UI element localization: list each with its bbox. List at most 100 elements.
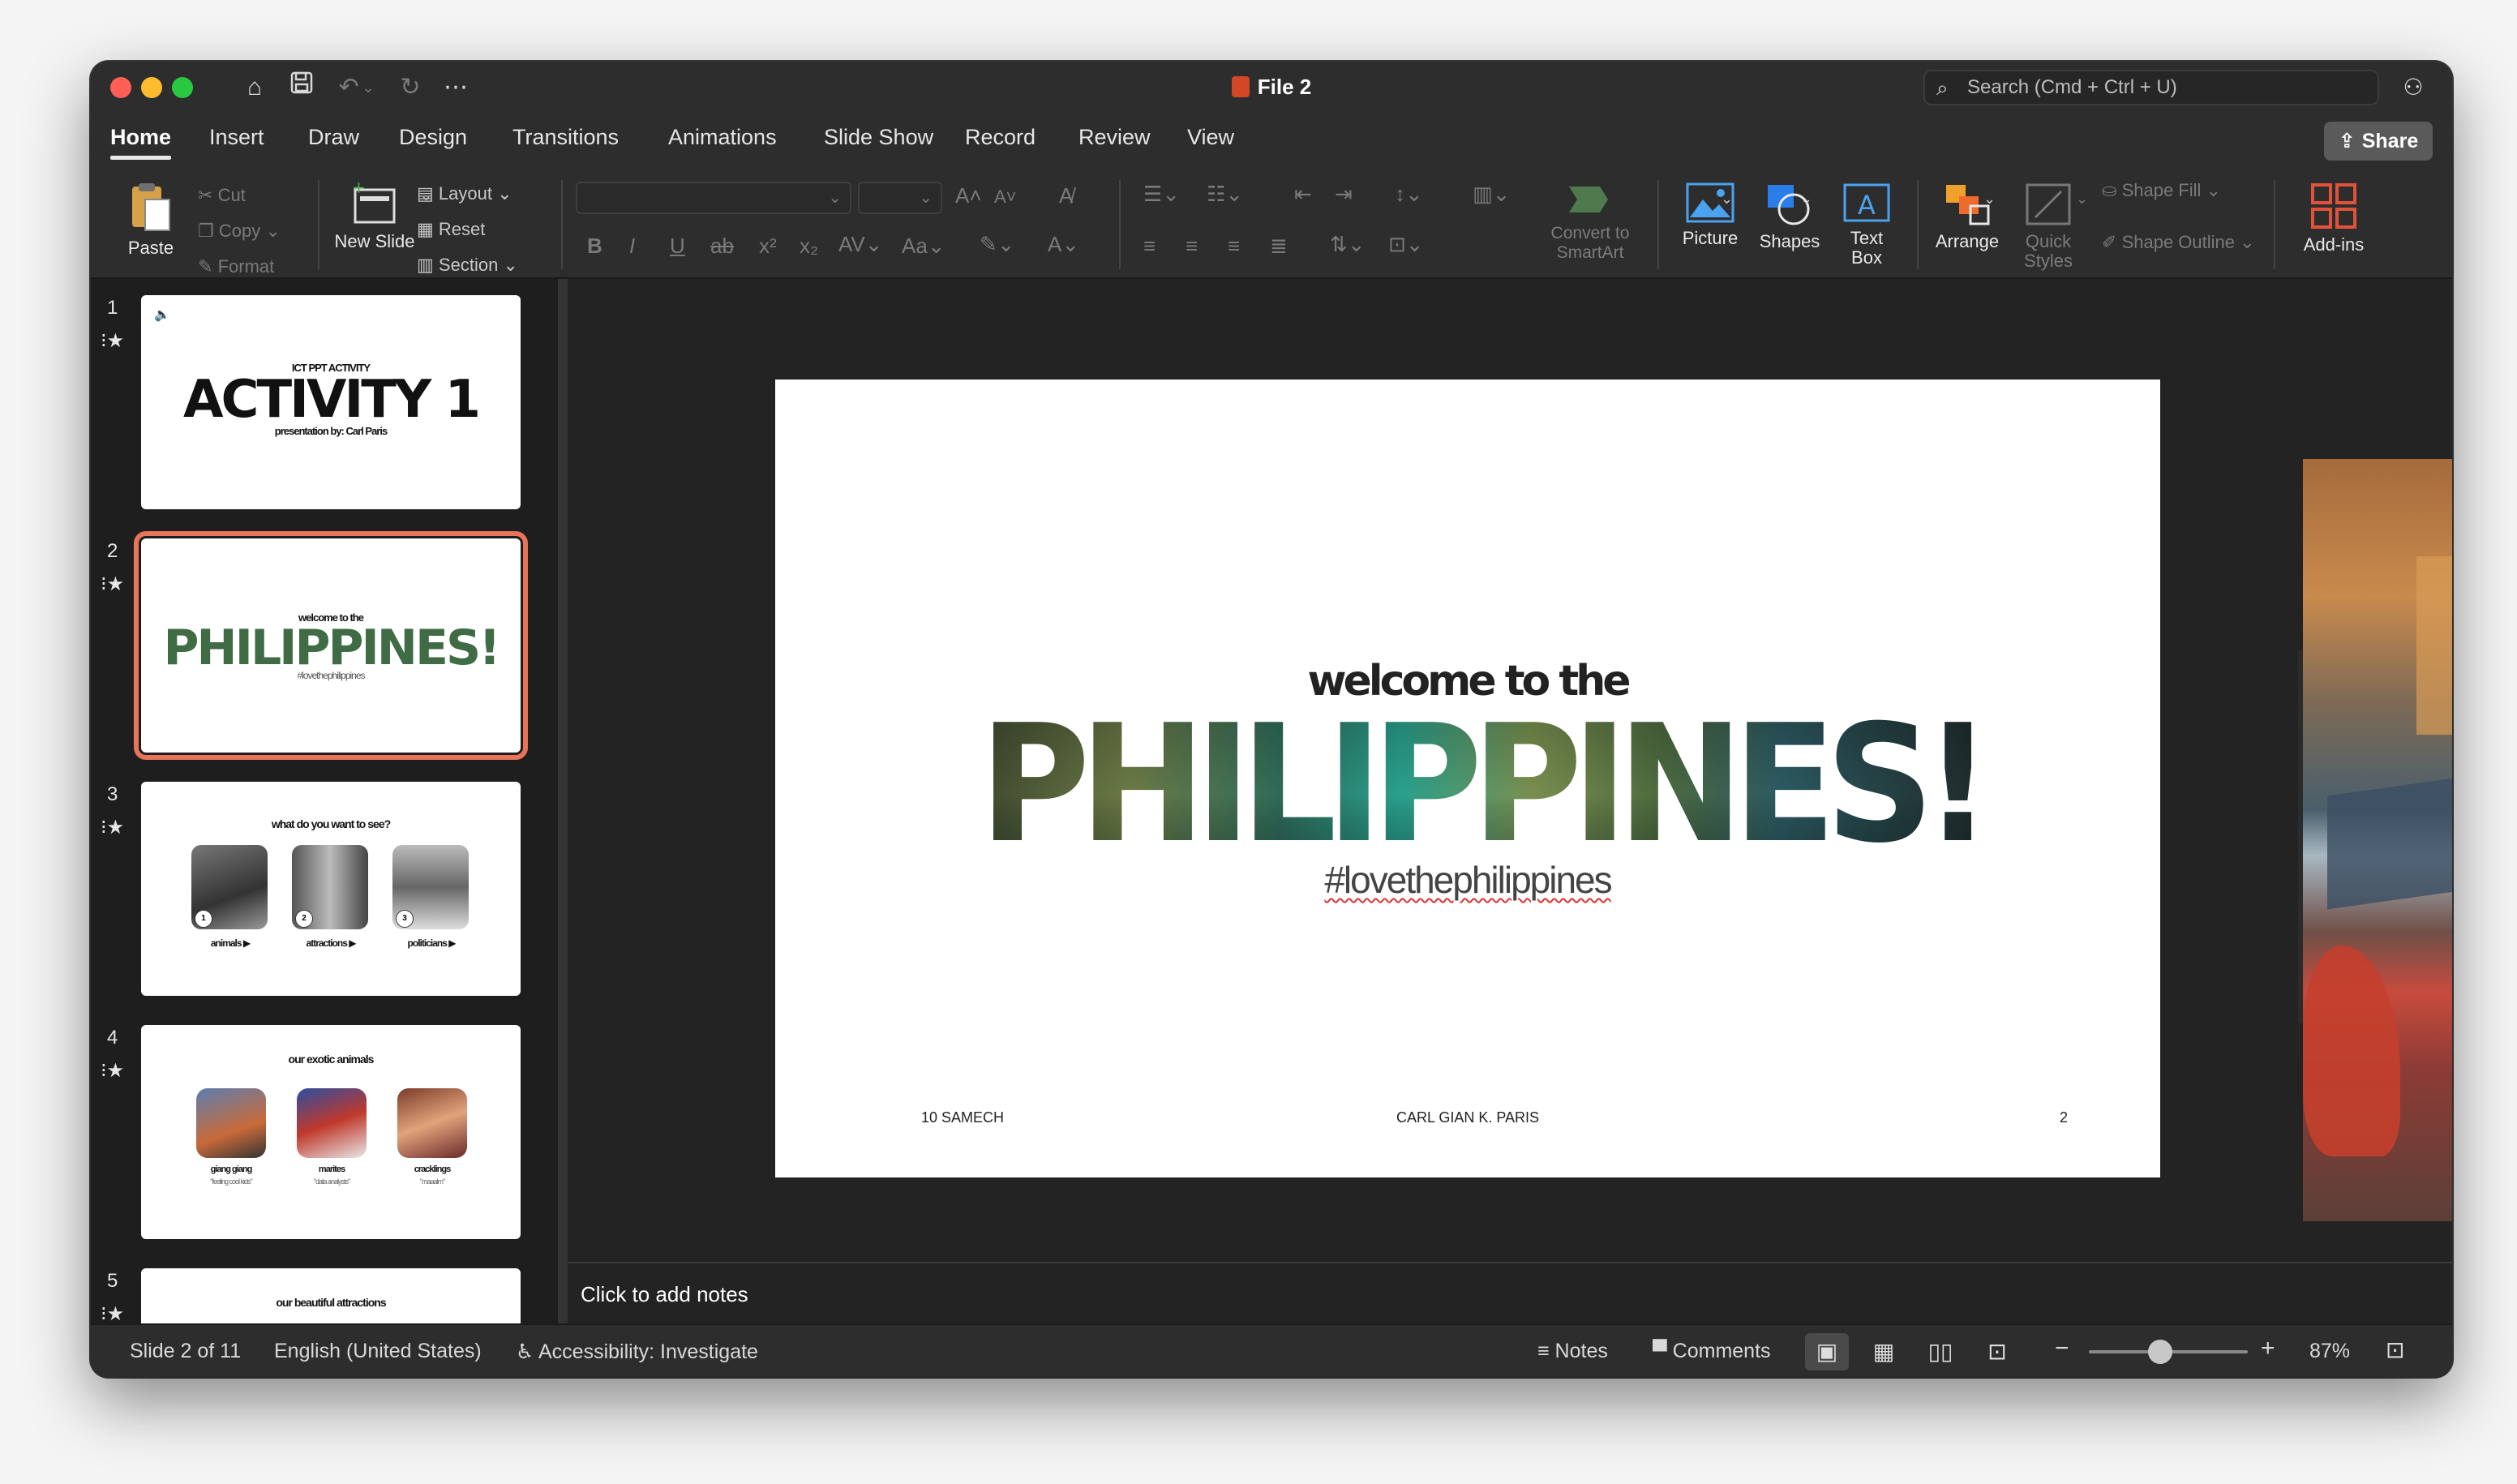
shape-outline-button[interactable]: ✐ Shape Outline ⌄: [2102, 230, 2255, 255]
line-spacing-icon[interactable]: ↕⌄: [1395, 182, 1423, 207]
picture-button[interactable]: Picture: [1667, 182, 1753, 248]
italic-icon[interactable]: I: [629, 234, 635, 259]
arrange-dropdown-icon[interactable]: ⌄: [1983, 187, 1996, 211]
slide-thumbnail-1[interactable]: 🔈 ICT PPT ACTIVITY ACTIVITY 1 presentati…: [141, 295, 521, 509]
arrange-button[interactable]: Arrange: [1920, 182, 2014, 251]
highlight-icon[interactable]: ✎⌄: [980, 232, 1015, 257]
reset-button[interactable]: ▦ Reset: [417, 217, 485, 242]
superscript-icon[interactable]: x²: [759, 234, 777, 259]
quick-styles-dropdown-icon[interactable]: ⌄: [2076, 187, 2088, 211]
shapes-dropdown-icon[interactable]: ⌄: [1800, 187, 1812, 211]
align-right-icon[interactable]: ≡: [1228, 234, 1240, 259]
zoom-window-button[interactable]: [172, 77, 193, 98]
fit-to-window-icon[interactable]: ⊡: [2386, 1336, 2404, 1363]
align-text-icon[interactable]: ⊡⌄: [1388, 232, 1424, 257]
cut-button[interactable]: ✂ Cut: [198, 183, 246, 208]
font-size-select[interactable]: ⌄: [858, 182, 942, 214]
text-box-button[interactable]: A Text Box: [1826, 182, 1907, 268]
comments-button[interactable]: ▀ Comments: [1653, 1340, 1771, 1363]
minimize-window-button[interactable]: [141, 77, 162, 98]
decrease-indent-icon[interactable]: ⇤: [1294, 182, 1312, 207]
decrease-font-size-icon[interactable]: A˅: [994, 187, 1017, 208]
notes-pane[interactable]: Click to add notes: [568, 1262, 2452, 1323]
more-icon[interactable]: ⋯: [438, 70, 474, 105]
zoom-out-icon[interactable]: −: [2055, 1335, 2069, 1362]
copy-button[interactable]: ❐ Copy ⌄: [198, 219, 281, 243]
shapes-button[interactable]: Shapes: [1745, 182, 1834, 251]
slide-thumbnails-pane[interactable]: 1 ⁝★ 🔈 ICT PPT ACTIVITY ACTIVITY 1 prese…: [91, 279, 558, 1335]
character-spacing-icon[interactable]: AV⌄: [838, 232, 883, 257]
numbering-icon[interactable]: ☷⌄: [1207, 182, 1243, 207]
zoom-slider-handle[interactable]: [2148, 1340, 2173, 1364]
redo-icon[interactable]: ↻: [392, 70, 428, 105]
slide-count: Slide 2 of 11: [130, 1340, 242, 1362]
justify-icon[interactable]: ≣: [1270, 234, 1288, 259]
tab-slide-show[interactable]: Slide Show: [824, 125, 933, 150]
save-icon[interactable]: [284, 70, 319, 105]
slide-sorter-icon[interactable]: ▦: [1862, 1333, 1906, 1370]
slide-thumbnail-4[interactable]: our exotic animals giang giang marites c…: [141, 1025, 521, 1239]
zoom-in-icon[interactable]: +: [2261, 1335, 2275, 1362]
home-icon[interactable]: ⌂: [237, 70, 272, 105]
pane-splitter[interactable]: [558, 279, 568, 1335]
increase-font-size-icon[interactable]: A˄: [955, 183, 982, 208]
notes-button[interactable]: ≡ Notes: [1537, 1340, 1608, 1363]
slide-kicker-text[interactable]: welcome to the: [775, 657, 2160, 706]
tab-transitions[interactable]: Transitions: [512, 125, 619, 150]
convert-smartart-button[interactable]: Convert to SmartArt: [1529, 180, 1651, 263]
paste-button[interactable]: Paste: [107, 182, 195, 258]
normal-view-icon[interactable]: ▣: [1805, 1333, 1849, 1370]
language-indicator[interactable]: English (United States): [274, 1340, 482, 1363]
tab-insert[interactable]: Insert: [209, 125, 264, 150]
tab-home[interactable]: Home: [110, 125, 172, 160]
strikethrough-icon[interactable]: ab: [710, 234, 734, 259]
slide-scroll-indicator[interactable]: [2298, 650, 2303, 1023]
underline-icon[interactable]: U: [670, 234, 685, 259]
current-slide[interactable]: welcome to the PHILIPPINES! PHILIPPINES!…: [775, 380, 2160, 1177]
tab-review[interactable]: Review: [1078, 125, 1151, 150]
layout-button[interactable]: ▤ Layout ⌄: [417, 182, 512, 206]
close-window-button[interactable]: [110, 77, 131, 98]
accessibility-button[interactable]: ♿︎ Accessibility: Investigate: [516, 1340, 758, 1364]
zoom-level[interactable]: 87%: [2309, 1340, 2350, 1363]
shape-fill-button[interactable]: ⛀ Shape Fill ⌄: [2102, 178, 2221, 203]
slide-hashtag-text[interactable]: #lovethephilippines: [775, 858, 2160, 902]
slideshow-view-icon[interactable]: ⊡: [1975, 1333, 2019, 1370]
tab-animations[interactable]: Animations: [668, 125, 777, 150]
new-slide-button[interactable]: + New Slide: [326, 182, 423, 251]
bullets-icon[interactable]: ☰⌄: [1143, 182, 1180, 207]
clear-formatting-icon[interactable]: A̸: [1059, 183, 1073, 208]
add-ins-button[interactable]: Add-ins: [2285, 182, 2382, 255]
ribbon-separator: [1657, 180, 1659, 269]
picture-dropdown-icon[interactable]: ⌄: [1721, 187, 1733, 211]
bold-icon[interactable]: B: [587, 234, 602, 259]
tab-record[interactable]: Record: [965, 125, 1036, 150]
tab-draw[interactable]: Draw: [308, 125, 359, 150]
align-left-icon[interactable]: ≡: [1143, 234, 1156, 259]
tab-design[interactable]: Design: [399, 125, 467, 150]
slide-title-graphic[interactable]: PHILIPPINES! PHILIPPINES!: [978, 704, 1983, 850]
format-painter-button[interactable]: ✎ Format: [198, 255, 274, 279]
font-family-select[interactable]: ⌄: [576, 182, 851, 214]
text-direction-icon[interactable]: ⇅⌄: [1330, 232, 1366, 257]
font-color-icon[interactable]: A⌄: [1048, 232, 1079, 257]
section-button[interactable]: ▥ Section ⌄: [417, 253, 518, 277]
change-case-icon[interactable]: Aa⌄: [902, 234, 945, 259]
subscript-icon[interactable]: x₂: [800, 234, 818, 259]
undo-dropdown-icon[interactable]: ⌄: [358, 70, 378, 105]
quick-styles-icon: [2026, 183, 2071, 225]
increase-indent-icon[interactable]: ⇥: [1335, 182, 1353, 207]
slide-thumbnail-3[interactable]: what do you want to see? 1 2 3 animals ▶…: [141, 782, 521, 996]
share-button[interactable]: ⇪ Share: [2324, 122, 2433, 161]
ribbon-toolbar: Paste ✂ Cut ❐ Copy ⌄ ✎ Format + New Slid…: [91, 165, 2452, 279]
tab-view[interactable]: View: [1187, 125, 1234, 150]
reading-view-icon[interactable]: ▯▯: [1919, 1333, 1962, 1370]
offslide-photo[interactable]: [2303, 459, 2452, 1221]
slide-number-footer[interactable]: 2: [2060, 1109, 2068, 1126]
search-input[interactable]: ⌕ Search (Cmd + Ctrl + U): [1923, 70, 2379, 105]
slide-footer-center[interactable]: CARL GIAN K. PARIS: [775, 1109, 2160, 1126]
align-center-icon[interactable]: ≡: [1186, 234, 1198, 259]
collaborate-icon[interactable]: ⚇: [2395, 70, 2431, 105]
slide-thumbnail-2[interactable]: welcome to the PHILIPPINES! #lovethephil…: [134, 531, 528, 760]
columns-icon[interactable]: ▥⌄: [1473, 182, 1510, 207]
